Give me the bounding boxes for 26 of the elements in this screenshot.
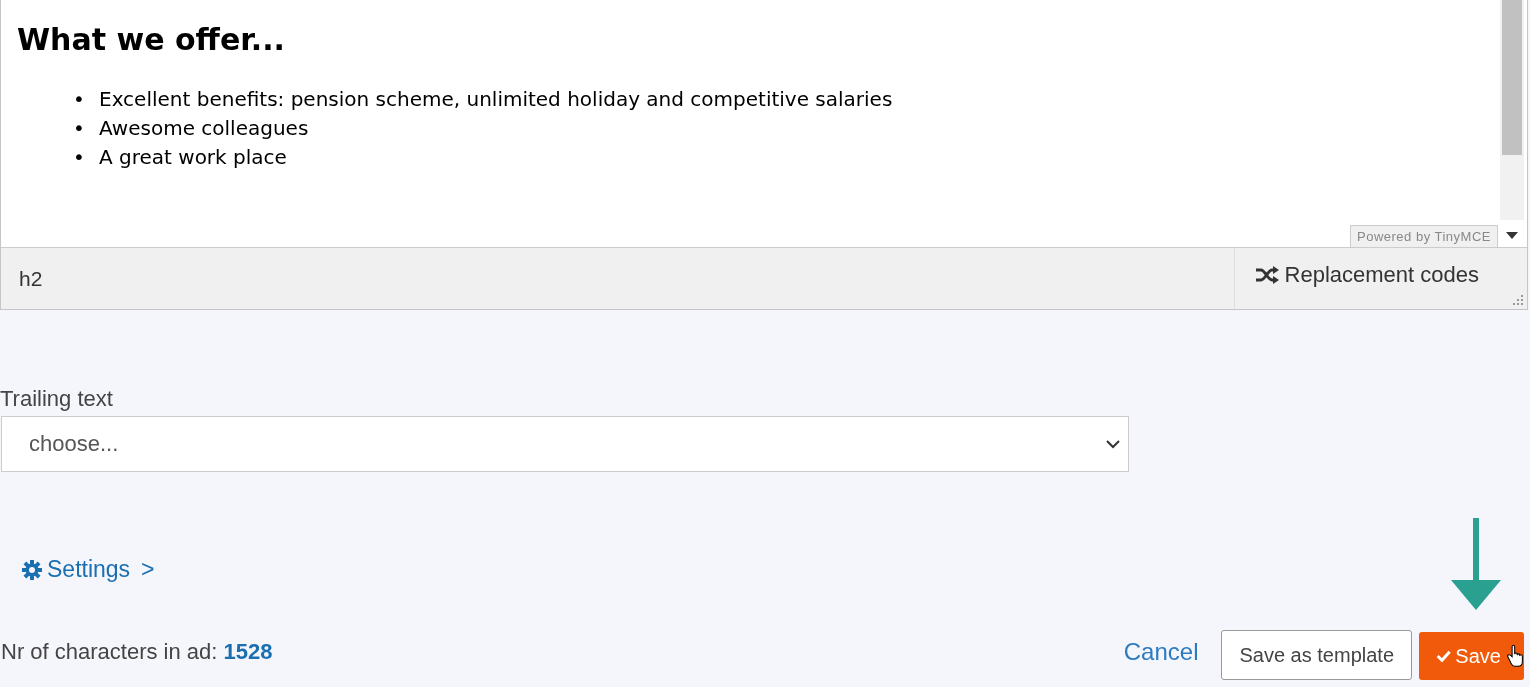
settings-link[interactable]: Settings > [22, 556, 155, 583]
scrollbar-thumb[interactable] [1502, 0, 1522, 155]
cancel-link[interactable]: Cancel [1123, 638, 1199, 666]
down-arrow-icon [1449, 518, 1503, 610]
character-count: Nr of characters in ad: 1528 [1, 639, 273, 665]
bullet-marker: • [73, 86, 86, 113]
resize-grip-icon[interactable] [1511, 293, 1523, 305]
bullet-marker: • [73, 115, 86, 142]
branding-label: Powered by TinyMCE [1350, 225, 1498, 247]
bullet-item: Awesome colleagues [99, 115, 309, 142]
gear-icon [22, 559, 42, 580]
scroll-down-icon[interactable] [1506, 232, 1518, 240]
check-icon [1436, 649, 1452, 663]
hand-cursor-icon [1506, 643, 1524, 669]
editor-heading: What we offer... [17, 22, 286, 57]
chevron-down-icon [1106, 439, 1120, 449]
save-as-template-button[interactable]: Save as template [1221, 630, 1412, 680]
scrollbar[interactable] [1500, 0, 1524, 220]
bullet-item: A great work place [99, 144, 287, 171]
bullet-marker: • [73, 144, 86, 171]
trailing-text-select[interactable]: choose... [1, 416, 1129, 472]
field-label: Trailing text [0, 386, 114, 412]
shuffle-icon [1254, 265, 1279, 284]
element-path: h2 [19, 266, 44, 291]
bullet-item: Excellent benefits: pension scheme, unlimited holiday and competitive salaries [99, 86, 893, 113]
replacement-codes-button[interactable]: Replacement codes [1233, 248, 1527, 309]
